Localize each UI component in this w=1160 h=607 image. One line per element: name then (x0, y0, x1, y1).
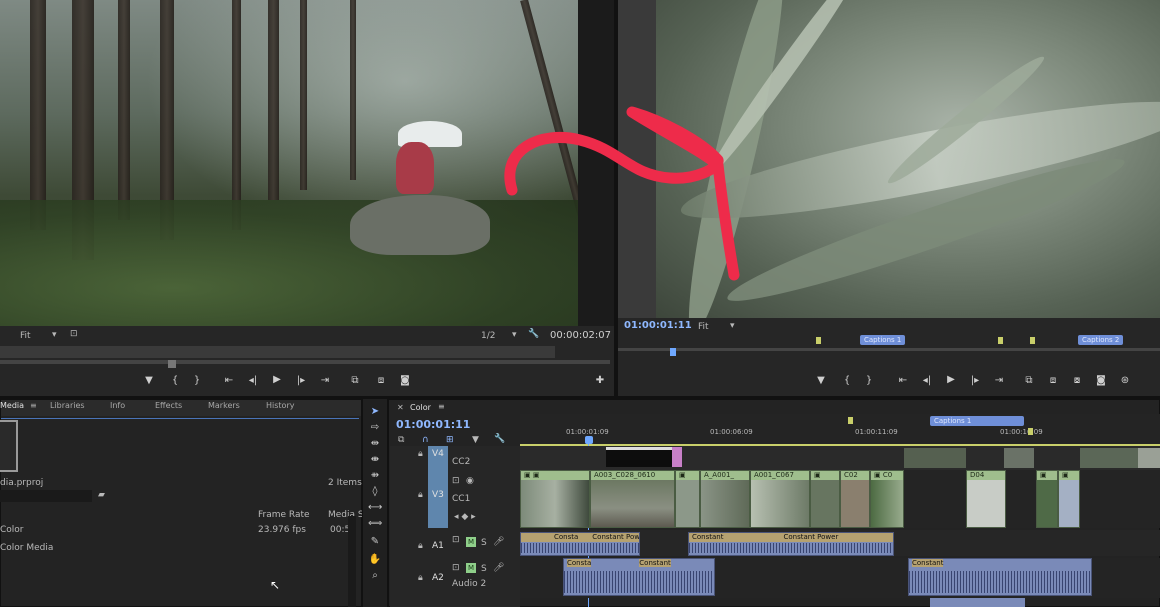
ruler-tick-label: 01:00:16:09 (1000, 428, 1043, 436)
slip-tool-icon[interactable]: ⟷ (368, 502, 382, 513)
track-name: Audio 2 (452, 579, 487, 589)
video-clip[interactable]: A003_C028_0610 (590, 470, 675, 528)
tab-markers[interactable]: Markers (208, 401, 240, 410)
tab-media[interactable]: Media (0, 401, 24, 410)
audio-clip[interactable]: Constant (908, 558, 1092, 596)
sync-icon[interactable]: ⊡ (452, 563, 460, 573)
rolling-edit-icon[interactable]: ⇼ (368, 454, 382, 465)
list-item[interactable]: Color Media (0, 543, 53, 553)
tab-effects[interactable]: Effects (155, 401, 182, 410)
sync-icon[interactable]: ⊡ (452, 535, 460, 545)
project-panel (0, 399, 362, 607)
video-clip[interactable]: C02 (840, 470, 870, 528)
linked-selection-icon[interactable]: ⊞ (446, 435, 454, 445)
search-input[interactable] (0, 490, 92, 502)
hand-tool-icon[interactable]: ✋ (368, 554, 382, 565)
razor-icon[interactable]: ◊ (368, 486, 382, 497)
ruler-tick-label: 01:00:06:09 (710, 428, 753, 436)
audio-clip[interactable]: Consta Constant (563, 558, 715, 596)
video-clip[interactable]: ▣ ▣ (520, 470, 590, 528)
video-clip[interactable]: ▣ (675, 470, 700, 528)
playhead[interactable] (585, 436, 593, 444)
mouse-cursor-icon: ↖ (270, 578, 281, 592)
scrollbar[interactable] (348, 516, 356, 607)
audio-transition-label[interactable]: Constant Power (783, 533, 838, 541)
track-label-a1: A1 (432, 541, 444, 551)
v4-clip[interactable] (904, 448, 966, 468)
project-thumbnail (0, 420, 18, 472)
ruler-tick-label: 01:00:11:09 (855, 428, 898, 436)
track-label-v4: V4 (432, 449, 444, 459)
zoom-tool-icon[interactable]: ⌕ (368, 570, 382, 581)
audio-transition-label[interactable]: Constant Power (592, 533, 639, 541)
audio-clip[interactable]: Consta Constant Power (520, 532, 640, 556)
menu-icon[interactable]: ≡ (30, 401, 37, 410)
solo-button[interactable]: S (481, 564, 487, 574)
lock-icon[interactable]: 🔒︎ (418, 449, 423, 459)
caption-clip[interactable]: Captions 1 (930, 416, 1024, 426)
video-clip[interactable]: A001_C067 (750, 470, 810, 528)
track-label-a2: A2 (432, 573, 444, 583)
v4-clip[interactable] (672, 447, 682, 467)
add-marker-icon[interactable]: ▼ (472, 435, 479, 445)
eye-icon[interactable]: ◉ (466, 476, 474, 486)
slide-tool-icon[interactable]: ⟺ (368, 518, 382, 529)
video-clip[interactable]: ▣ (1058, 470, 1080, 528)
tab-sequence[interactable]: Color (410, 403, 431, 412)
item-count: 2 Items (328, 478, 362, 488)
audio-transition-label[interactable]: Constant (639, 559, 671, 567)
video-clip[interactable]: A_A001_ (700, 470, 750, 528)
audio-transition-label[interactable]: Consta (567, 559, 592, 567)
nest-icon[interactable]: ⧉ (398, 435, 404, 445)
column-media-start[interactable]: Media S (328, 510, 364, 520)
tab-libraries[interactable]: Libraries (50, 401, 85, 410)
track-name: CC1 (452, 494, 471, 504)
tab-info[interactable]: Info (110, 401, 125, 410)
pen-tool-icon[interactable]: ✎ (368, 536, 382, 547)
track-label-v3: V3 (432, 490, 444, 500)
project-name: dia.prproj (0, 478, 44, 488)
snap-icon[interactable]: ∩ (422, 435, 429, 445)
v4-clip[interactable] (1138, 448, 1160, 468)
audio-transition-label[interactable]: Constant (912, 559, 944, 567)
lock-icon[interactable]: 🔒︎ (418, 541, 423, 551)
ruler-tick-label: 01:00:01:09 (566, 428, 609, 436)
tab-history[interactable]: History (266, 401, 294, 410)
wrench-icon[interactable]: 🔧 (494, 434, 505, 444)
audio-transition-label[interactable]: Consta (554, 533, 578, 541)
audio-clip[interactable]: Constant Constant Power (688, 532, 894, 556)
solo-button[interactable]: S (481, 538, 487, 548)
v4-clip[interactable] (606, 447, 672, 467)
video-clip[interactable]: ▣ C0 (870, 470, 904, 528)
mic-icon[interactable]: 🎤︎ (493, 537, 504, 547)
rate-stretch-icon[interactable]: ⇻ (368, 470, 382, 481)
selection-tool-icon[interactable]: ➤ (368, 406, 382, 417)
close-icon[interactable]: ✕ (397, 403, 404, 412)
video-clip[interactable]: ▣ (810, 470, 840, 528)
lock-icon[interactable]: 🔒︎ (418, 573, 423, 583)
timeline-ruler[interactable] (520, 414, 1160, 444)
video-clip[interactable]: D04 (966, 470, 1006, 528)
menu-icon[interactable]: ≡ (438, 402, 445, 411)
keyframe-nav-icon[interactable]: ◂ ◆ ▸ (454, 512, 476, 522)
timeline-timecode: 01:00:01:11 (396, 418, 471, 431)
audio-transition-label[interactable]: Constant (692, 533, 723, 541)
column-frame-rate[interactable]: Frame Rate (258, 510, 310, 520)
sync-icon[interactable]: ⊡ (452, 476, 460, 486)
v4-clip[interactable] (1004, 448, 1034, 468)
v4-clip[interactable] (1080, 448, 1138, 468)
lock-icon[interactable]: 🔒︎ (418, 490, 423, 500)
track-name: CC2 (452, 457, 471, 467)
mic-icon[interactable]: 🎤︎ (493, 563, 504, 573)
mute-button[interactable]: M (466, 563, 476, 573)
list-item-frame-rate: 23.976 fps (258, 525, 306, 535)
ripple-edit-icon[interactable]: ⇹ (368, 438, 382, 449)
video-clip[interactable]: ▣ (1036, 470, 1058, 528)
mute-button[interactable]: M (466, 537, 476, 547)
new-bin-icon[interactable]: ▰ (98, 490, 105, 500)
list-item[interactable]: Color (0, 525, 24, 535)
track-select-icon[interactable]: ⇨ (368, 422, 382, 433)
